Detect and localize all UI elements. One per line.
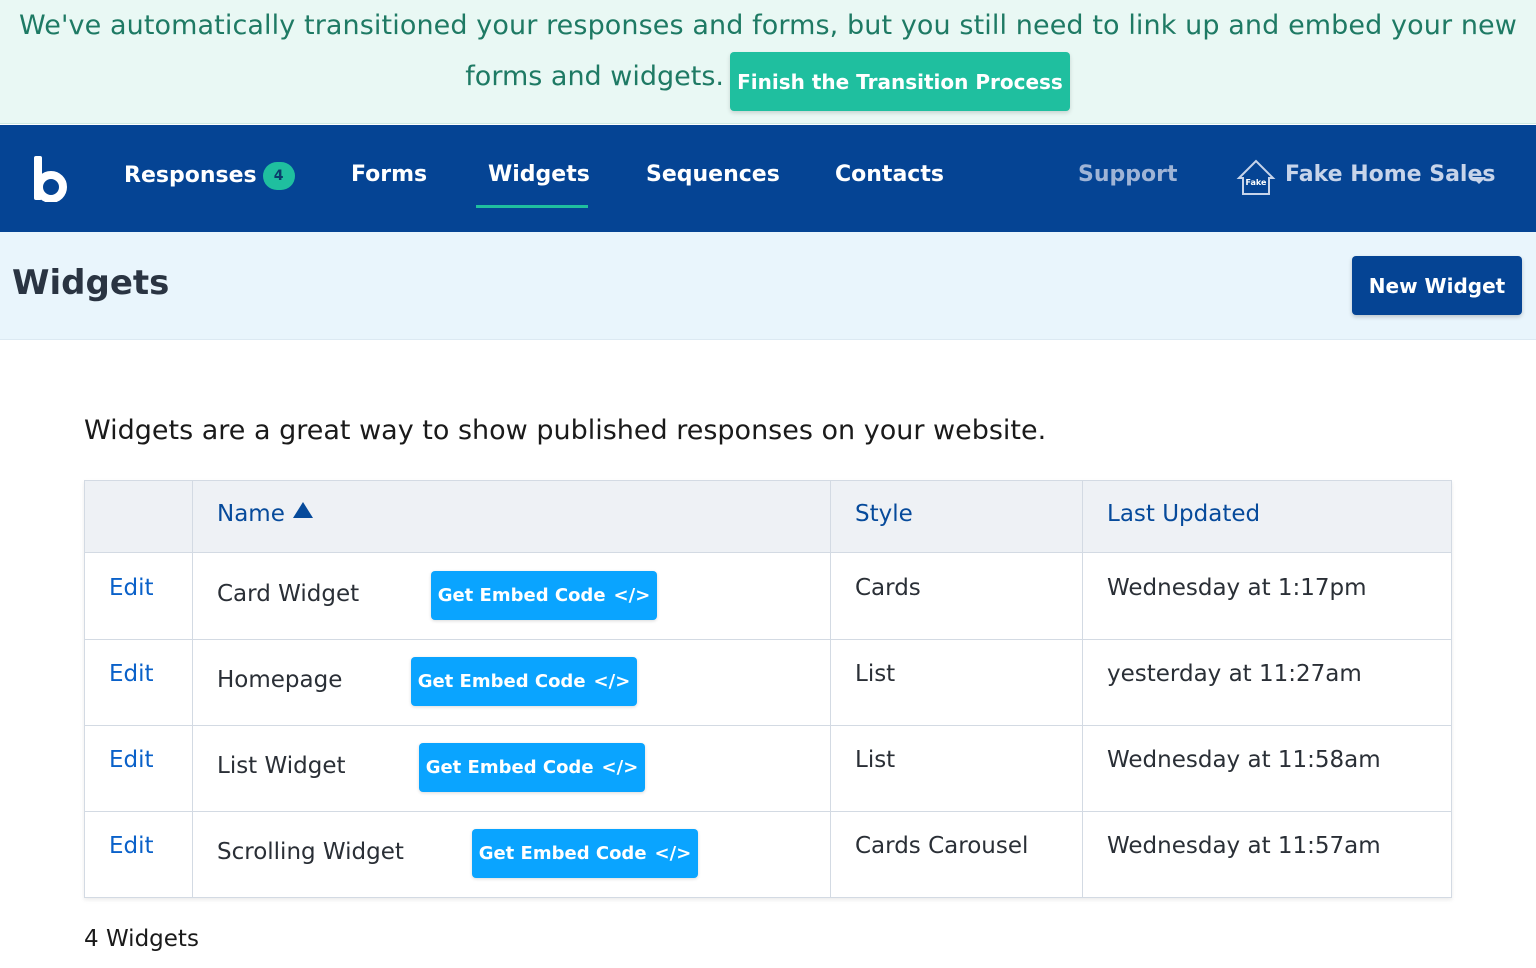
edit-link[interactable]: Edit	[109, 747, 154, 773]
nav-item-sequences[interactable]: Sequences	[646, 162, 780, 194]
get-embed-code-button[interactable]: Get Embed Code </>	[472, 829, 698, 878]
get-embed-code-button[interactable]: Get Embed Code </>	[411, 657, 637, 706]
table-row: Edit Card Widget Get Embed Code </> Cards…	[85, 553, 1451, 639]
code-icon: </>	[593, 671, 631, 692]
widget-name: Homepage	[217, 667, 343, 693]
intro-text: Widgets are a great way to show publishe…	[84, 415, 1047, 446]
nav-item-support[interactable]: Support	[1078, 162, 1177, 194]
table-row: Edit List Widget Get Embed Code </> List …	[85, 725, 1451, 811]
page-header	[0, 232, 1536, 340]
new-widget-button[interactable]: New Widget	[1352, 256, 1522, 315]
code-icon: </>	[613, 585, 651, 606]
widgets-table: Name Style Last Updated Edit Card Widget…	[84, 480, 1452, 898]
app-logo-icon[interactable]	[30, 156, 68, 202]
column-header-last-updated[interactable]: Last Updated	[1107, 501, 1260, 527]
nav-item-label: Responses	[124, 163, 257, 188]
embed-button-label: Get Embed Code	[478, 843, 647, 864]
column-header-name-label: Name	[217, 501, 285, 527]
edit-link[interactable]: Edit	[109, 575, 154, 601]
banner-message-line1: We've automatically transitioned your re…	[19, 10, 1517, 41]
active-tab-indicator	[476, 205, 588, 208]
nav-item-forms[interactable]: Forms	[351, 162, 427, 194]
chevron-down-icon[interactable]	[1472, 177, 1486, 184]
account-menu[interactable]: Fake Home Sales	[1285, 162, 1495, 194]
widget-count: 4 Widgets	[84, 926, 199, 952]
code-icon: </>	[654, 843, 692, 864]
widget-last-updated: Wednesday at 1:17pm	[1107, 575, 1367, 601]
sort-ascending-icon	[292, 502, 313, 518]
nav-item-widgets[interactable]: Widgets	[488, 162, 590, 194]
embed-button-label: Get Embed Code	[425, 757, 594, 778]
account-logo-text: Fake	[1246, 178, 1268, 187]
widget-style: Cards Carousel	[855, 833, 1029, 859]
responses-count-badge: 4	[262, 162, 295, 190]
edit-link[interactable]: Edit	[109, 661, 154, 687]
embed-button-label: Get Embed Code	[417, 671, 586, 692]
widget-name: Scrolling Widget	[217, 839, 404, 865]
column-header-style[interactable]: Style	[855, 501, 913, 527]
nav-item-contacts[interactable]: Contacts	[835, 162, 944, 194]
widget-style: Cards	[855, 575, 921, 601]
finish-transition-button[interactable]: Finish the Transition Process	[730, 52, 1070, 111]
widget-style: List	[855, 747, 896, 773]
code-icon: </>	[601, 757, 639, 778]
table-row: Edit Homepage Get Embed Code </> List yes…	[85, 639, 1451, 725]
edit-link[interactable]: Edit	[109, 833, 154, 859]
widget-style: List	[855, 661, 896, 687]
widget-name: Card Widget	[217, 581, 360, 607]
widget-last-updated: Wednesday at 11:58am	[1107, 747, 1381, 773]
banner-message-line2: forms and widgets.	[465, 61, 724, 92]
table-row: Edit Scrolling Widget Get Embed Code </> …	[85, 811, 1451, 897]
page-title: Widgets	[12, 263, 170, 303]
column-header-name[interactable]: Name	[217, 501, 313, 527]
nav-item-responses[interactable]: Responses 4	[124, 162, 295, 194]
get-embed-code-button[interactable]: Get Embed Code </>	[431, 571, 657, 620]
embed-button-label: Get Embed Code	[437, 585, 606, 606]
widget-last-updated: Wednesday at 11:57am	[1107, 833, 1381, 859]
get-embed-code-button[interactable]: Get Embed Code </>	[419, 743, 645, 792]
account-logo-icon[interactable]: Fake	[1236, 158, 1276, 198]
widget-last-updated: yesterday at 11:27am	[1107, 661, 1362, 687]
widget-name: List Widget	[217, 753, 346, 779]
